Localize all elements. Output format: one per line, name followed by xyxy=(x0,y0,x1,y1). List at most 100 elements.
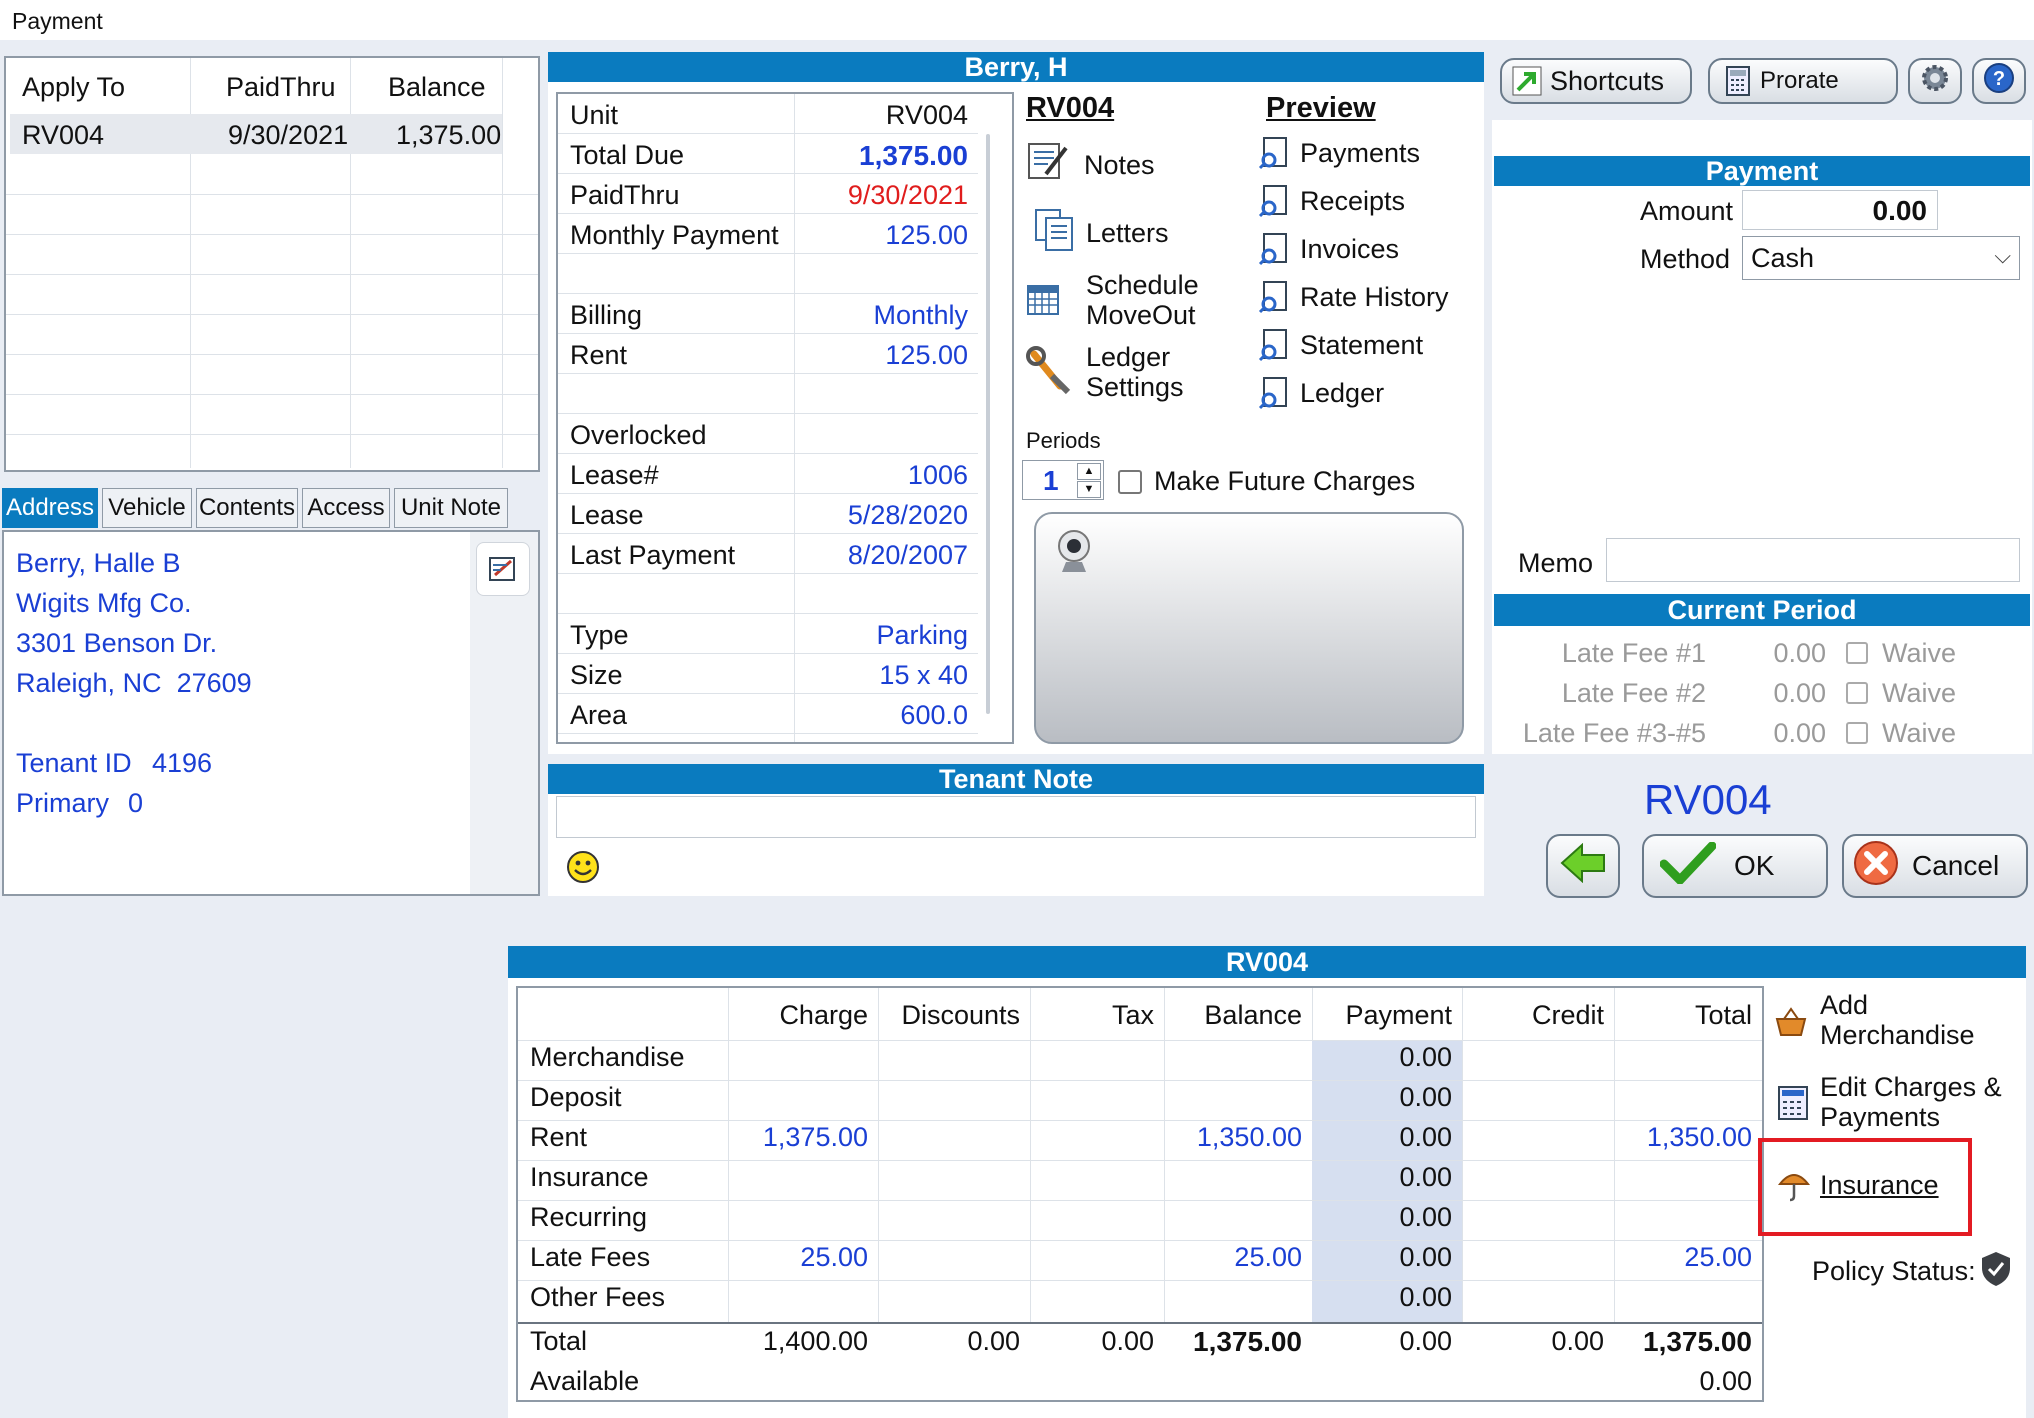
charges-cell: 0.00 xyxy=(1399,1122,1452,1152)
add-merchandise-line1[interactable]: Add xyxy=(1820,990,1868,1021)
apply-to-grid[interactable]: Apply To PaidThru Balance RV004 9/30/202… xyxy=(4,56,540,472)
col-paidthru[interactable]: PaidThru xyxy=(226,72,336,103)
edit-address-icon[interactable] xyxy=(476,542,530,596)
charges-col-header: Charge xyxy=(779,1000,868,1030)
prorate-button[interactable]: Prorate xyxy=(1708,58,1898,104)
unit-info-label: Billing xyxy=(570,300,643,330)
unit-info-label: Lease# xyxy=(570,460,659,490)
unit-info-value: 1,375.00 xyxy=(859,140,968,171)
gear-icon xyxy=(1919,62,1951,101)
tab-access[interactable]: Access xyxy=(302,488,390,528)
waive-checkbox[interactable] xyxy=(1846,722,1868,744)
preview-item[interactable]: Payments xyxy=(1300,138,1420,169)
charges-row-label: Insurance xyxy=(530,1162,649,1192)
waive-label: Waive xyxy=(1882,678,1957,708)
late-fee-label: Late Fee #1 xyxy=(1561,638,1706,668)
preview-item[interactable]: Invoices xyxy=(1300,234,1399,265)
charges-cell: 1,375.00 xyxy=(762,1122,868,1152)
late-fee-label: Late Fee #2 xyxy=(1561,678,1706,708)
tab-vehicle[interactable]: Vehicle xyxy=(102,488,192,528)
unit-info-row: Unit RV004 xyxy=(558,94,978,134)
charges-col-header: Credit xyxy=(1531,1000,1604,1030)
preview-title: Preview xyxy=(1266,92,1376,124)
unit-info-label: Type xyxy=(570,620,629,650)
svg-text:?: ? xyxy=(1993,68,2005,90)
stepper-up-icon[interactable]: ▲ xyxy=(1077,463,1101,480)
unit-info-row: PaidThru 9/30/2021 xyxy=(558,174,978,214)
smiley-icon[interactable] xyxy=(566,850,600,884)
unit-link[interactable]: RV004 xyxy=(1026,92,1114,125)
help-button[interactable]: ? xyxy=(1972,58,2026,104)
settings-gear-button[interactable] xyxy=(1908,58,1962,104)
tenant-note-panel xyxy=(548,794,1484,896)
total-cell: 1,400.00 xyxy=(762,1326,868,1356)
charges-cell: 1,350.00 xyxy=(1196,1122,1302,1152)
late-fee-value: 0.00 xyxy=(1773,638,1826,668)
unit-info-scrollbar[interactable] xyxy=(986,134,990,714)
charges-col-header: Balance xyxy=(1204,1000,1302,1030)
ok-button[interactable]: OK xyxy=(1642,834,1828,898)
moveout-label[interactable]: MoveOut xyxy=(1086,300,1196,331)
notes-button[interactable]: Notes xyxy=(1084,150,1155,181)
tab-contents[interactable]: Contents xyxy=(196,488,298,528)
preview-item[interactable]: Ledger xyxy=(1300,378,1384,409)
preview-item[interactable]: Receipts xyxy=(1300,186,1405,217)
unit-info-row: Last Payment 8/20/2007 xyxy=(558,534,978,574)
preview-item[interactable]: Rate History xyxy=(1300,282,1449,313)
memo-input[interactable] xyxy=(1606,538,2020,582)
periods-stepper[interactable]: 1 ▲ ▼ xyxy=(1022,460,1104,500)
unit-info-label: Lease xyxy=(570,500,644,530)
unit-info-value: 600.0 xyxy=(900,700,968,730)
shortcuts-button[interactable]: Shortcuts xyxy=(1500,58,1692,104)
add-merchandise-line2[interactable]: Merchandise xyxy=(1820,1020,1975,1051)
unit-info-value: 15 x 40 xyxy=(879,660,968,690)
waive-checkbox[interactable] xyxy=(1846,642,1868,664)
letters-button[interactable]: Letters xyxy=(1086,218,1169,249)
edit-charges-line1[interactable]: Edit Charges & xyxy=(1820,1072,2002,1103)
tenant-name-header: Berry, H xyxy=(548,52,1484,82)
address-line-2: Wigits Mfg Co. xyxy=(16,588,192,618)
preview-item[interactable]: Statement xyxy=(1300,330,1423,361)
waive-checkbox[interactable] xyxy=(1846,682,1868,704)
preview-doc-icon xyxy=(1258,184,1290,218)
calendar-icon xyxy=(1026,282,1060,316)
schedule-label[interactable]: Schedule xyxy=(1086,270,1199,301)
cancel-button[interactable]: Cancel xyxy=(1842,834,2028,898)
unit-info-label: Total Due xyxy=(570,140,685,170)
make-future-charges-checkbox[interactable] xyxy=(1118,470,1142,494)
charges-header: RV004 xyxy=(508,946,2026,978)
back-button[interactable] xyxy=(1546,834,1620,898)
unit-info-label: Unit xyxy=(570,100,619,130)
wrench-icon xyxy=(1026,346,1072,396)
insurance-link[interactable]: Insurance xyxy=(1820,1170,1939,1201)
shield-check-icon[interactable] xyxy=(1980,1250,2012,1288)
charges-cell: 0.00 xyxy=(1399,1242,1452,1272)
charges-row-label: Recurring xyxy=(530,1202,648,1232)
table-row[interactable]: RV004 9/30/2021 1,375.00 xyxy=(10,114,502,154)
method-select[interactable]: Cash ⌵ xyxy=(1742,236,2020,280)
unit-info-value: 1006 xyxy=(907,460,968,490)
tab-address[interactable]: Address xyxy=(2,488,98,528)
col-balance[interactable]: Balance xyxy=(388,72,486,103)
total-label: Total xyxy=(530,1326,588,1356)
photo-area[interactable] xyxy=(1034,512,1464,744)
edit-charges-line2[interactable]: Payments xyxy=(1820,1102,1940,1133)
charges-cell: 0.00 xyxy=(1399,1042,1452,1072)
notes-icon xyxy=(1026,138,1070,182)
tab-unit-note[interactable]: Unit Note xyxy=(394,488,508,528)
tenant-id-label: Tenant ID xyxy=(16,748,132,778)
charges-table[interactable]: Charge Discounts Tax Balance Payment Credit To… xyxy=(516,986,1764,1402)
tenant-note-input[interactable] xyxy=(556,796,1476,838)
late-fee-label: Late Fee #3-#5 xyxy=(1522,718,1706,748)
waive-label: Waive xyxy=(1882,638,1957,668)
tenant-note-header: Tenant Note xyxy=(548,764,1484,794)
charges-cell: 0.00 xyxy=(1399,1162,1452,1192)
preview-doc-icon xyxy=(1258,136,1290,170)
ledger-label[interactable]: Ledger xyxy=(1086,342,1170,373)
stepper-down-icon[interactable]: ▼ xyxy=(1077,481,1101,498)
amount-input[interactable]: 0.00 xyxy=(1742,190,1938,230)
address-line-1: Berry, Halle B xyxy=(16,548,181,578)
settings-label[interactable]: Settings xyxy=(1086,372,1184,403)
unit-info-row xyxy=(558,374,978,414)
col-apply-to[interactable]: Apply To xyxy=(22,72,125,103)
